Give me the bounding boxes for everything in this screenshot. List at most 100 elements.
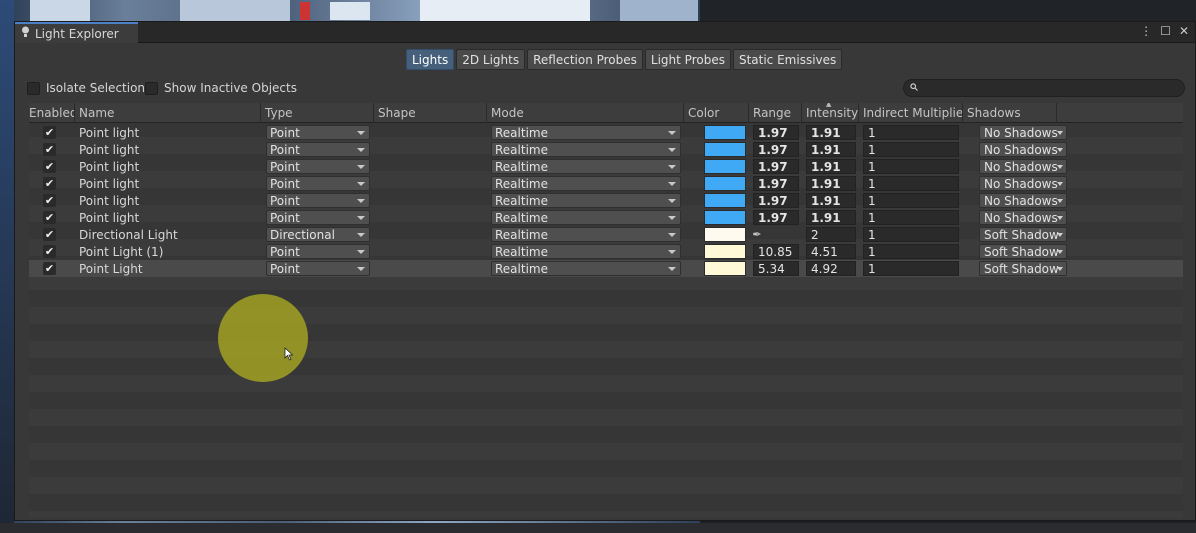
search-input[interactable] [922, 81, 1172, 95]
indirect-multiplier-field[interactable]: 1 [863, 193, 959, 208]
col-name[interactable]: Name [75, 103, 261, 123]
type-dropdown[interactable]: Point [266, 142, 370, 157]
light-name[interactable]: Point light [79, 141, 139, 158]
enabled-checkbox[interactable]: ✔ [43, 194, 56, 207]
mode-dropdown[interactable]: Realtime [491, 142, 681, 157]
table-row[interactable]: ✔Point lightPointRealtime✒1.971.911No Sh… [29, 192, 1183, 209]
tab-static-emissives[interactable]: Static Emissives [732, 49, 843, 70]
color-swatch[interactable] [704, 227, 746, 242]
table-row[interactable]: ✔Point LightPointRealtime✒5.344.921Soft … [29, 260, 1183, 277]
intensity-field[interactable]: 1.91 [806, 176, 856, 191]
show-inactive-toggle[interactable]: Show Inactive Objects [145, 81, 297, 95]
col-type[interactable]: Type [261, 103, 374, 123]
enabled-checkbox[interactable]: ✔ [43, 228, 56, 241]
range-field[interactable]: 5.34 [753, 261, 799, 276]
light-name[interactable]: Point Light (1) [79, 243, 163, 260]
type-dropdown[interactable]: Point [266, 261, 370, 276]
enabled-checkbox[interactable]: ✔ [43, 126, 56, 139]
indirect-multiplier-field[interactable]: 1 [863, 159, 959, 174]
shadows-dropdown[interactable]: Soft Shadow [979, 261, 1067, 276]
color-swatch[interactable] [704, 125, 746, 140]
range-field[interactable]: 1.97 [753, 176, 799, 191]
light-name[interactable]: Point light [79, 158, 139, 175]
isolate-selection-toggle[interactable]: Isolate Selection [27, 81, 145, 95]
table-row[interactable]: ✔Point lightPointRealtime✒1.971.911No Sh… [29, 124, 1183, 141]
enabled-checkbox[interactable]: ✔ [43, 211, 56, 224]
range-field[interactable]: 1.97 [753, 142, 799, 157]
intensity-field[interactable]: 4.92 [806, 261, 856, 276]
mode-dropdown[interactable]: Realtime [491, 210, 681, 225]
tab-reflection-probes[interactable]: Reflection Probes [527, 49, 643, 70]
light-name[interactable]: Point light [79, 192, 139, 209]
col-indirect-multiplier[interactable]: Indirect Multiplier [859, 103, 963, 123]
type-dropdown[interactable]: Directional [266, 227, 370, 242]
type-dropdown[interactable]: Point [266, 210, 370, 225]
indirect-multiplier-field[interactable]: 1 [863, 210, 959, 225]
light-name[interactable]: Point Light [79, 260, 143, 277]
isolate-selection-checkbox[interactable] [27, 81, 40, 95]
mode-dropdown[interactable]: Realtime [491, 227, 681, 242]
mode-dropdown[interactable]: Realtime [491, 176, 681, 191]
color-swatch[interactable] [704, 193, 746, 208]
mode-dropdown[interactable]: Realtime [491, 159, 681, 174]
mode-dropdown[interactable]: Realtime [491, 125, 681, 140]
shadows-dropdown[interactable]: No Shadows [979, 176, 1067, 191]
col-enabled[interactable]: Enabled [29, 103, 75, 123]
type-dropdown[interactable]: Point [266, 193, 370, 208]
range-field[interactable]: 1.97 [753, 125, 799, 140]
table-row[interactable]: ✔ Directional Light Directional Realtime ✒ 2 1… [29, 226, 1183, 243]
color-swatch[interactable] [704, 159, 746, 174]
indirect-multiplier-field[interactable]: 1 [863, 125, 959, 140]
type-dropdown[interactable]: Point [266, 176, 370, 191]
shadows-dropdown[interactable]: No Shadows [979, 125, 1067, 140]
enabled-checkbox[interactable]: ✔ [43, 143, 56, 156]
enabled-checkbox[interactable]: ✔ [43, 160, 56, 173]
col-intensity[interactable]: ▲ Intensity [802, 103, 859, 123]
enabled-checkbox[interactable]: ✔ [43, 177, 56, 190]
color-swatch[interactable] [704, 142, 746, 157]
table-row[interactable]: ✔Point lightPointRealtime✒1.971.911No Sh… [29, 141, 1183, 158]
shadows-dropdown[interactable]: Soft Shadow [979, 244, 1067, 259]
shadows-dropdown[interactable]: No Shadows [979, 210, 1067, 225]
table-row[interactable]: ✔Point lightPointRealtime✒1.971.911No Sh… [29, 175, 1183, 192]
show-inactive-checkbox[interactable] [145, 81, 158, 95]
tab-2d-lights[interactable]: 2D Lights [456, 49, 526, 70]
indirect-multiplier-field[interactable]: 1 [863, 142, 959, 157]
table-row[interactable]: ✔Point Light (1)PointRealtime✒10.854.511… [29, 243, 1183, 260]
type-dropdown[interactable]: Point [266, 159, 370, 174]
close-icon[interactable]: ✕ [1179, 24, 1189, 38]
indirect-multiplier-field[interactable]: 1 [863, 244, 959, 259]
col-color[interactable]: Color [684, 103, 749, 123]
window-tab[interactable]: Light Explorer [15, 22, 138, 43]
intensity-field[interactable]: 4.51 [806, 244, 856, 259]
intensity-field[interactable]: 1.91 [806, 210, 856, 225]
col-range[interactable]: Range [749, 103, 802, 123]
indirect-multiplier-field[interactable]: 1 [863, 227, 959, 242]
mode-dropdown[interactable]: Realtime [491, 244, 681, 259]
intensity-field[interactable]: 1.91 [806, 193, 856, 208]
light-name[interactable]: Point light [79, 175, 139, 192]
menu-dots-icon[interactable]: ⋮ [1140, 24, 1152, 38]
enabled-checkbox[interactable]: ✔ [43, 262, 56, 275]
range-field[interactable]: 10.85 [753, 244, 799, 259]
tab-lights[interactable]: Lights [406, 49, 455, 70]
color-swatch[interactable] [704, 261, 746, 276]
range-field[interactable]: 1.97 [753, 159, 799, 174]
color-swatch[interactable] [704, 244, 746, 259]
shadows-dropdown[interactable]: No Shadows [979, 159, 1067, 174]
tab-light-probes[interactable]: Light Probes [644, 49, 731, 70]
col-mode[interactable]: Mode [487, 103, 684, 123]
light-name[interactable]: Point light [79, 209, 139, 226]
type-dropdown[interactable]: Point [266, 125, 370, 140]
mode-dropdown[interactable]: Realtime [491, 193, 681, 208]
range-field[interactable]: 1.97 [753, 193, 799, 208]
light-name[interactable]: Directional Light [79, 226, 178, 243]
enabled-checkbox[interactable]: ✔ [43, 245, 56, 258]
intensity-field[interactable]: 2 [806, 227, 856, 242]
table-row[interactable]: ✔Point lightPointRealtime✒1.971.911No Sh… [29, 209, 1183, 226]
intensity-field[interactable]: 1.91 [806, 142, 856, 157]
indirect-multiplier-field[interactable]: 1 [863, 176, 959, 191]
eyedropper-icon[interactable]: ✒ [750, 227, 764, 242]
search-field[interactable] [903, 79, 1185, 97]
indirect-multiplier-field[interactable]: 1 [863, 261, 959, 276]
